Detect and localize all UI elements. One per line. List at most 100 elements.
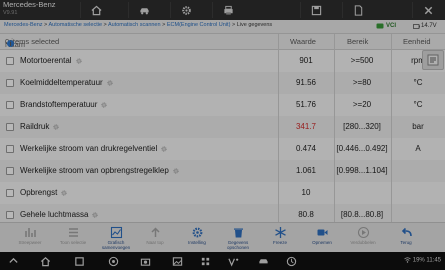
- settings-icon: [192, 227, 202, 238]
- battery-clock: 19% 11:45: [412, 257, 441, 264]
- back-nav-icon: [8, 257, 18, 263]
- close-button[interactable]: [412, 2, 443, 18]
- column-name-header[interactable]: Naam i 0 items selected: [5, 37, 59, 49]
- parameter-value: 901: [299, 56, 313, 65]
- row-checkbox[interactable]: [6, 189, 14, 197]
- app-version: V9.91: [3, 10, 18, 16]
- gear-icon[interactable]: [173, 168, 179, 174]
- breadcrumb-item[interactable]: Automatisch scannen: [108, 22, 161, 28]
- vehicle-app[interactable]: [256, 255, 270, 267]
- table-row[interactable]: Werkelijke stroom van drukregelventiel 0.…: [0, 138, 445, 161]
- gear-icon[interactable]: [107, 80, 113, 86]
- table-row[interactable]: Brandstoftemperatuur 51.76 >=20 °C: [0, 94, 445, 117]
- row-checkbox[interactable]: [6, 79, 14, 87]
- parameter-unit: A: [415, 144, 421, 153]
- arrow-up-icon: [150, 227, 160, 237]
- breadcrumb-item[interactable]: Automatische selectie: [49, 22, 103, 28]
- parameter-unit: bar: [412, 122, 424, 131]
- play-toolbar-button[interactable]: Verdubbelen: [343, 224, 383, 252]
- parameter-range: [0.446...0.492]: [336, 144, 388, 153]
- back-toolbar-button[interactable]: Terug: [386, 224, 426, 252]
- chart-toolbar-button[interactable]: Streepweer: [10, 224, 50, 252]
- record-toolbar-button[interactable]: Opnemen: [302, 224, 342, 252]
- column-divider: [391, 34, 392, 222]
- arrow-up-toolbar-button[interactable]: Naar top: [135, 224, 175, 252]
- freeze-toolbar-button[interactable]: Freeze: [260, 224, 300, 252]
- parameter-range: >=80: [352, 78, 372, 87]
- parameter-value: 341.7: [295, 122, 317, 131]
- scan-app[interactable]: [284, 255, 298, 267]
- toolbar-button-label: Naar top: [146, 240, 164, 245]
- row-checkbox[interactable]: [6, 57, 14, 65]
- list-icon: [68, 228, 78, 237]
- app-launcher[interactable]: [198, 255, 212, 267]
- settings-button[interactable]: [170, 2, 201, 18]
- recent-apps-nav[interactable]: [72, 255, 86, 267]
- parameter-value: 10: [301, 188, 311, 197]
- gear-icon[interactable]: [61, 190, 67, 196]
- column-value-header: Waarde: [290, 37, 316, 46]
- battery-status: 14.7V: [413, 21, 437, 31]
- scan-icon: [286, 256, 296, 266]
- home-icon: [91, 5, 101, 15]
- gear-icon[interactable]: [101, 102, 107, 108]
- toolbar-button-label: Streepweer: [18, 240, 42, 245]
- row-checkbox[interactable]: [6, 101, 14, 109]
- save-button[interactable]: [300, 2, 331, 18]
- trash-toolbar-button[interactable]: Gegevens opschonen: [218, 224, 258, 252]
- home-nav-icon: [40, 256, 50, 266]
- side-panel-toggle[interactable]: [422, 50, 444, 70]
- parameter-name: Raildruk: [20, 122, 59, 131]
- parameter-value: 80.8: [298, 210, 314, 219]
- parameter-range: >=500: [350, 56, 374, 65]
- breadcrumb-item[interactable]: ECM(Engine Control Unit): [167, 22, 231, 28]
- parameter-unit: °C: [413, 78, 423, 87]
- vehicle-button[interactable]: [128, 2, 159, 18]
- row-checkbox[interactable]: [6, 167, 14, 175]
- play-icon: [357, 226, 369, 239]
- list-toolbar-button[interactable]: Toon selectie: [53, 224, 93, 252]
- table-row[interactable]: Koelmiddeltemperatuur 91.56 >=80 °C: [0, 72, 445, 95]
- parameter-range: [0.998...1.104]: [336, 166, 388, 175]
- car-icon: [139, 7, 149, 14]
- table-row[interactable]: Raildruk 341.7 [280...320] bar: [0, 116, 445, 139]
- trash-icon: [233, 228, 243, 238]
- table-row[interactable]: Motortoerental 901 >=500 rpm: [0, 50, 445, 73]
- parameter-name: Koelmiddeltemperatuur: [20, 78, 113, 87]
- gear-icon[interactable]: [161, 146, 167, 152]
- gear-icon[interactable]: [92, 212, 99, 218]
- parameter-name: Werkelijke stroom van drukregelventiel: [20, 144, 167, 153]
- parameter-name: Motortoerental: [20, 56, 82, 65]
- graph-toolbar-button[interactable]: Grafisch samenvoegen: [96, 224, 136, 252]
- freeze-icon: [274, 227, 286, 238]
- info-icon[interactable]: i: [7, 40, 14, 47]
- record-icon: [317, 229, 327, 236]
- gear-icon: [181, 5, 191, 15]
- camera-app[interactable]: [138, 255, 152, 267]
- top-bar: Mercedes-Benz V9.91: [0, 0, 445, 20]
- breadcrumb-item[interactable]: Mercedes-Benz: [4, 22, 43, 28]
- home-button[interactable]: [80, 2, 111, 18]
- chart-icon: [24, 228, 36, 237]
- parameter-value: 0.474: [295, 144, 317, 153]
- home-nav[interactable]: [38, 255, 52, 267]
- table-row[interactable]: Werkelijke stroom van opbrengstregelklep…: [0, 160, 445, 183]
- table-row[interactable]: Opbrengst 10: [0, 182, 445, 205]
- gear-icon[interactable]: [76, 58, 82, 64]
- gear-icon[interactable]: [53, 124, 59, 130]
- gallery-app[interactable]: [170, 255, 184, 267]
- pdf-button[interactable]: [342, 2, 373, 18]
- row-checkbox[interactable]: [6, 145, 14, 153]
- settings-toolbar-button[interactable]: Instelling: [177, 224, 217, 252]
- row-checkbox[interactable]: [6, 123, 14, 131]
- column-range-header: Bereik: [347, 37, 369, 46]
- vci-app[interactable]: [226, 255, 240, 267]
- printer-icon: [223, 5, 233, 15]
- toolbar-button-label: Toon selectie: [59, 240, 87, 245]
- back-nav[interactable]: [6, 255, 20, 267]
- chrome-app[interactable]: [106, 255, 120, 267]
- print-button[interactable]: [212, 2, 243, 18]
- panel-icon: [427, 54, 439, 66]
- row-checkbox[interactable]: [6, 211, 14, 219]
- document-icon: [354, 4, 362, 16]
